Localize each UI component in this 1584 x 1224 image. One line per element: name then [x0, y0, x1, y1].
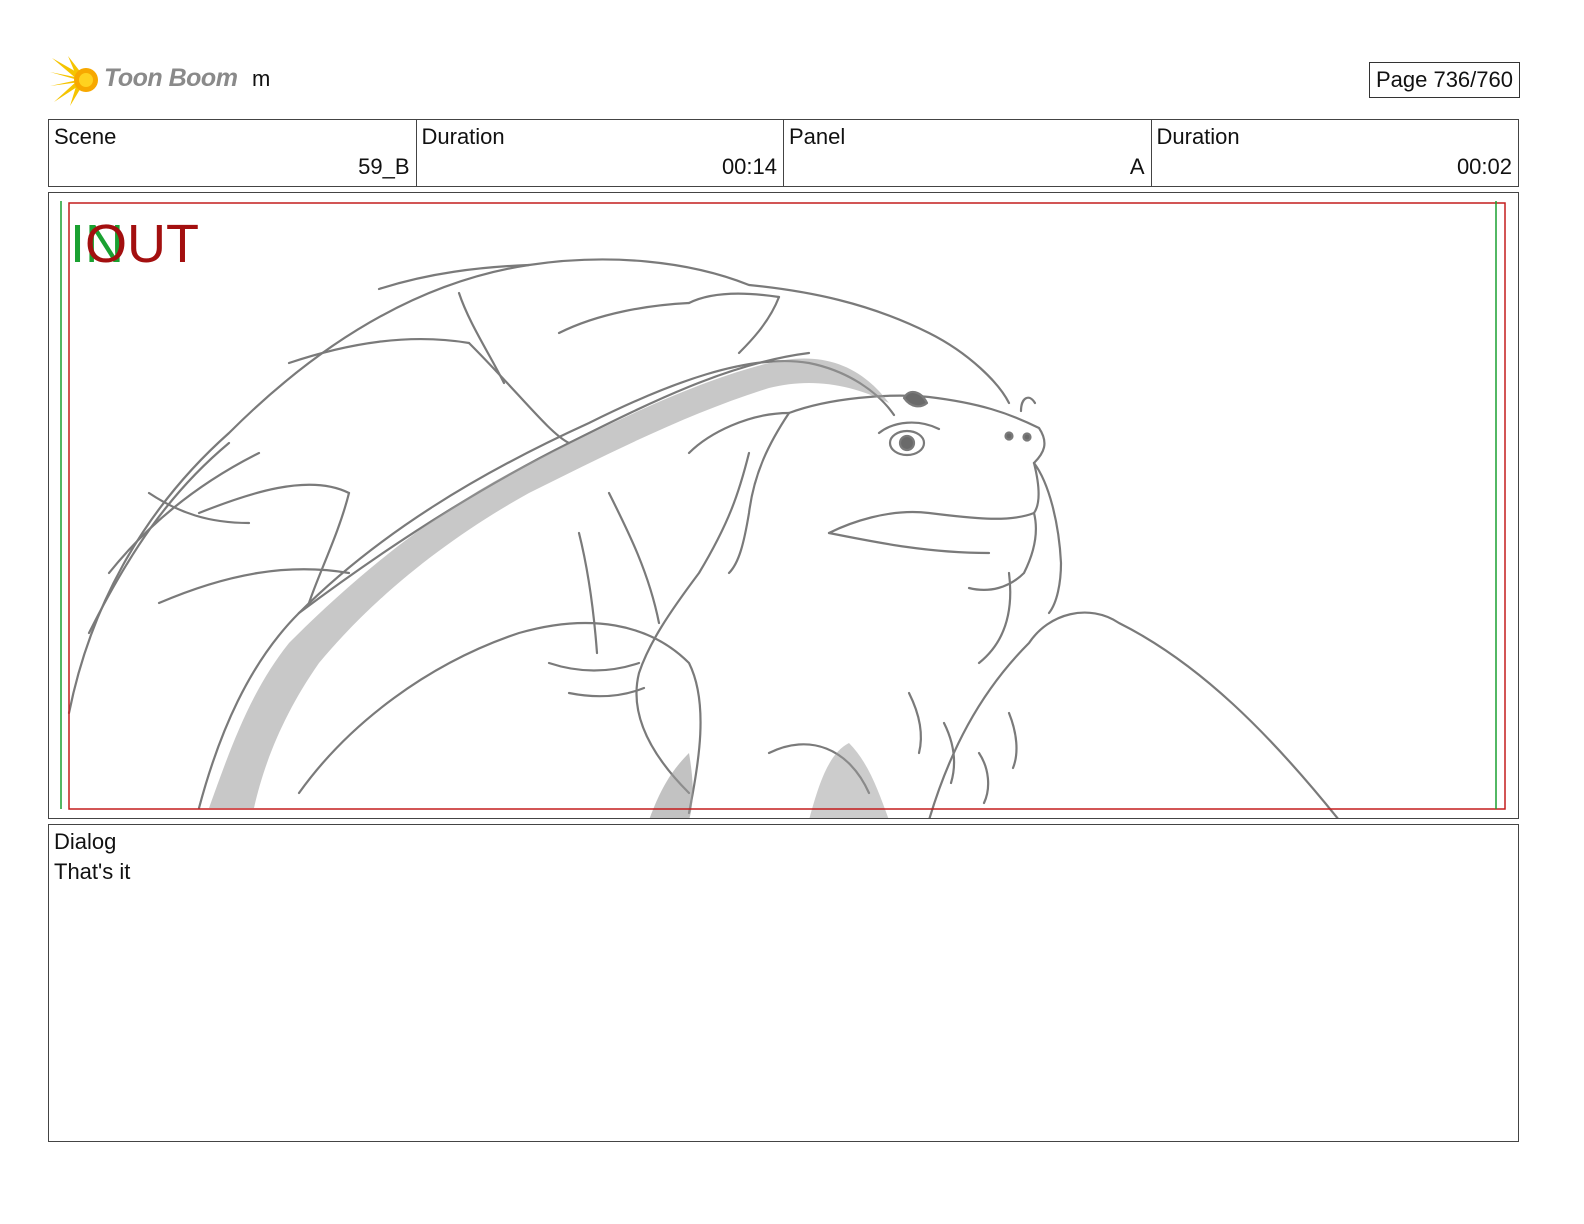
scene-value: 59_B	[358, 154, 410, 179]
starburst-icon	[50, 56, 98, 106]
panel-value: A	[1129, 154, 1145, 179]
panel-cell: Panel A	[784, 120, 1152, 186]
scene-cell: Scene 59_B	[49, 120, 417, 186]
scene-duration-cell: Duration 00:14	[417, 120, 784, 186]
panel-duration-value: 00:02	[1456, 154, 1512, 179]
project-name: m	[252, 66, 271, 91]
page-indicator: Page 736/760	[1368, 62, 1520, 98]
dialog-text: That's it	[54, 859, 131, 884]
panel-duration-cell: Duration 00:02	[1152, 120, 1519, 186]
scene-duration-label: Duration	[421, 124, 505, 149]
toon-boom-logo: Toon Boom	[50, 52, 240, 108]
scene-label: Scene	[54, 124, 117, 149]
storyboard-panel: IN OUT	[48, 192, 1519, 819]
scene-duration-value: 00:14	[721, 154, 777, 179]
panel-label: Panel	[789, 124, 846, 149]
dialog-label: Dialog	[54, 829, 117, 854]
logo-text: Toon Boom	[104, 64, 238, 92]
out-transition-marker: OUT	[85, 214, 199, 274]
dialog-box: Dialog That's it	[48, 824, 1519, 1142]
tortoise-sketch	[60, 201, 1506, 818]
panel-duration-label: Duration	[1156, 124, 1240, 149]
scene-info-table: Scene 59_B Duration 00:14 Panel A Durati…	[48, 119, 1519, 187]
